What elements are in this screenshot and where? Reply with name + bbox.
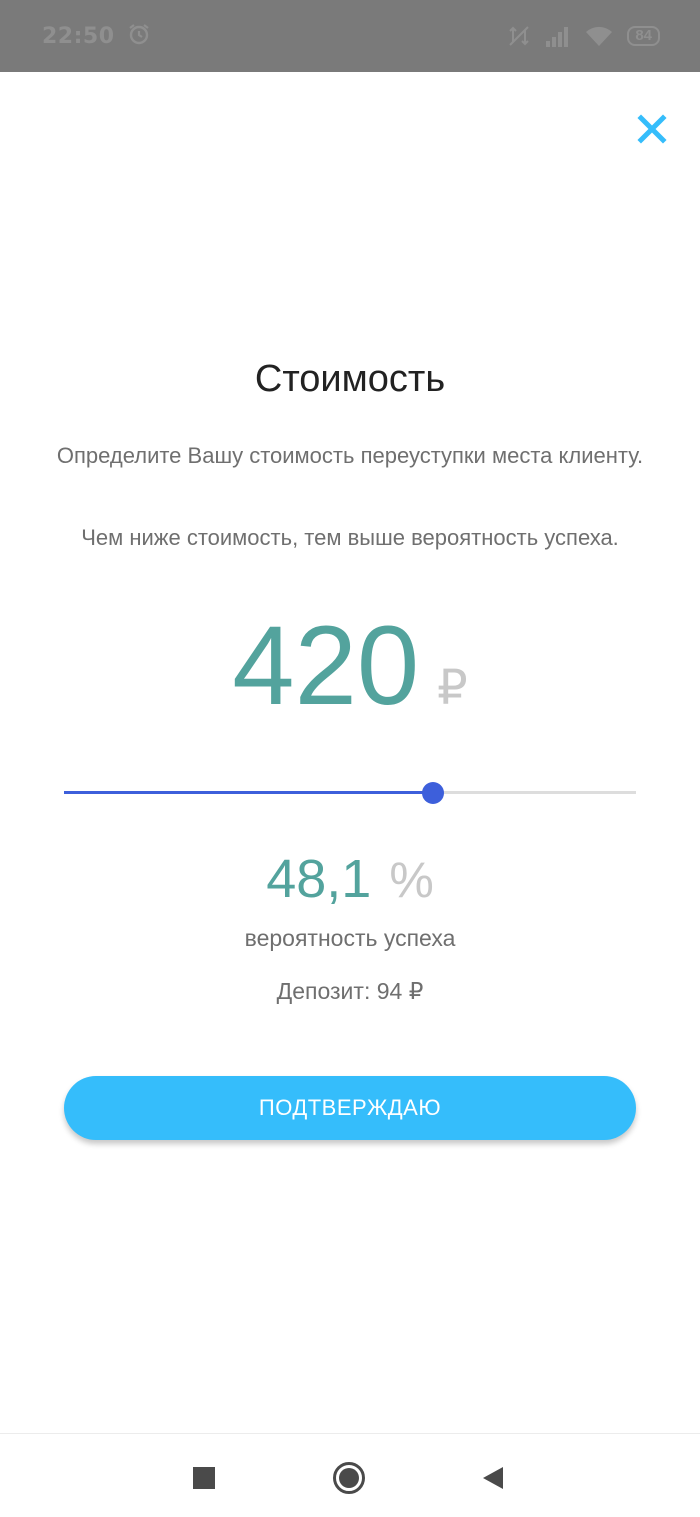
alarm-icon [127, 22, 151, 51]
back-triangle-icon [483, 1467, 503, 1489]
slider-thumb[interactable] [421, 782, 444, 804]
price-currency: ₽ [437, 662, 468, 715]
recents-square-icon [193, 1467, 215, 1489]
slider-fill [64, 791, 433, 794]
status-bar: 22:50 84 [0, 0, 700, 72]
close-button[interactable] [629, 106, 675, 152]
status-left: 22:50 [42, 22, 151, 51]
wifi-icon [585, 25, 613, 47]
battery-icon: 84 [627, 26, 660, 46]
price-value: 420 [232, 603, 420, 728]
signal-icon [545, 25, 571, 47]
probability-unit: % [389, 852, 434, 908]
probability-value: 48,1 [266, 849, 372, 909]
price-display: 420 ₽ [0, 610, 700, 722]
price-slider[interactable] [64, 780, 636, 806]
confirm-button[interactable]: ПОДТВЕРЖДАЮ [64, 1076, 636, 1140]
home-button[interactable] [329, 1458, 369, 1498]
probability-display: 48,1 % [0, 852, 700, 906]
probability-label: вероятность успеха [244, 925, 456, 951]
deposit-text: Депозит: 94 ₽ [276, 978, 424, 1004]
status-right: 84 [507, 24, 660, 48]
navigation-bar [0, 1433, 700, 1517]
recents-button[interactable] [184, 1458, 224, 1498]
close-icon [637, 114, 667, 144]
home-circle-icon [333, 1462, 365, 1494]
hint-text: Чем ниже стоимость, тем выше вероятность… [81, 525, 619, 550]
no-data-icon [507, 24, 531, 48]
status-time: 22:50 [42, 23, 115, 49]
description-text: Определите Вашу стоимость переуступки ме… [56, 443, 644, 468]
back-button[interactable] [473, 1458, 513, 1498]
page-title: Стоимость [254, 358, 446, 400]
